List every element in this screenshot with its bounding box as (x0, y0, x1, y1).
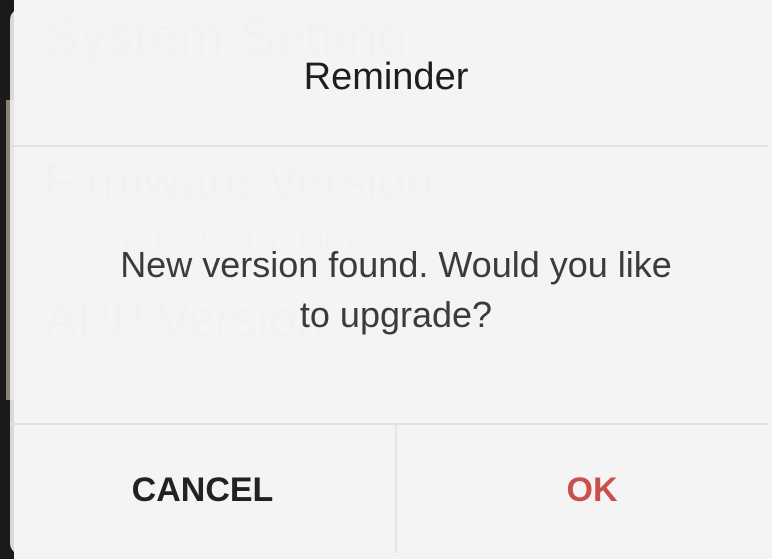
title-divider (10, 145, 768, 147)
dialog-title: Reminder (303, 56, 469, 98)
screen: System Setting Firmware Version V1.00.0-… (0, 0, 772, 559)
dialog-message-line-1: New version found. Would you like (120, 244, 672, 285)
ok-button[interactable]: OK (397, 425, 772, 555)
dialog-message-line-2: to upgrade? (299, 294, 493, 335)
cancel-button[interactable]: CANCEL (10, 425, 395, 555)
dialog-message: New version found. Would you like to upg… (40, 240, 752, 340)
